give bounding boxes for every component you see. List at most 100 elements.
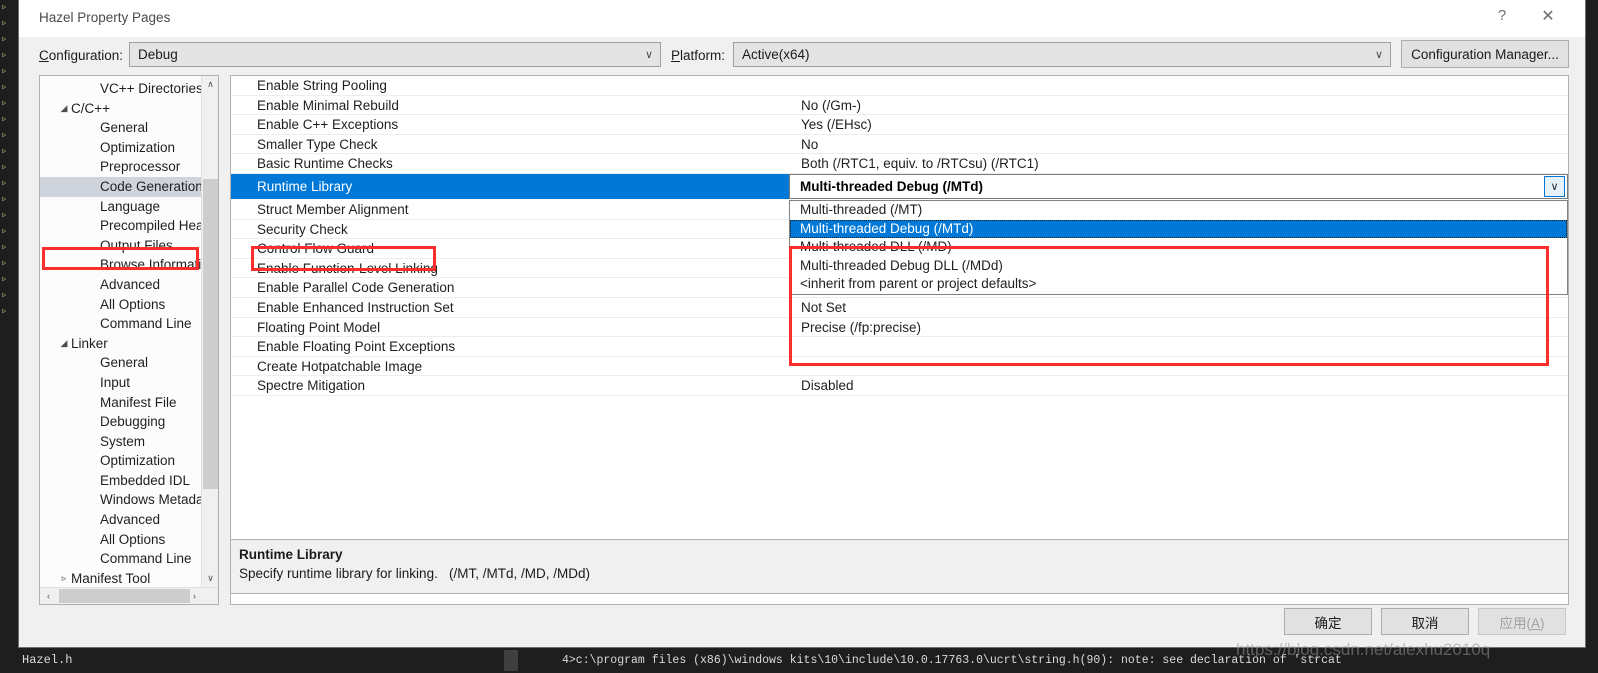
sidebar-item-all-options[interactable]: All Options <box>40 530 202 550</box>
chevron-down-icon: ∨ <box>644 49 654 61</box>
table-row[interactable]: Enable Enhanced Instruction Set Not Set <box>231 298 1568 318</box>
sidebar-item-manifest-tool[interactable]: ▹ Manifest Tool <box>40 569 202 589</box>
tree-twisty-icon[interactable]: ◢ <box>57 334 71 354</box>
sidebar-item-label: All Options <box>100 296 166 312</box>
sidebar-item-label: Browse Informatio <box>100 257 209 273</box>
sidebar-item-precompiled-head[interactable]: Precompiled Head <box>40 216 211 236</box>
runtime-library-select[interactable]: Multi-threaded Debug (/MTd) ∨ <box>789 174 1568 199</box>
sidebar-item-label: C/C++ <box>71 100 111 116</box>
tree-twisty-icon[interactable]: ▹ <box>57 569 71 589</box>
description-title: Runtime Library <box>239 547 343 562</box>
sidebar-item-system[interactable]: System <box>40 432 202 452</box>
table-row[interactable]: Smaller Type Check No <box>231 135 1568 155</box>
scroll-down-icon[interactable]: ∨ <box>202 570 218 587</box>
sidebar-item-label: All Options <box>100 531 166 547</box>
sidebar-item-label: Linker <box>71 335 108 351</box>
table-row[interactable]: Basic Runtime Checks Both (/RTC1, equiv. … <box>231 154 1568 174</box>
property-name: Control Flow Guard <box>257 241 375 257</box>
sidebar-item-label: Embedded IDL <box>100 472 191 488</box>
editor-tab-name[interactable]: Hazel.h <box>22 653 72 667</box>
editor-left-gutter: ▹ ▹ ▹ ▹ ▹ ▹ ▹ ▹ ▹ ▹ ▹ ▹ ▹ ▹ ▹ ▹ ▹ ▹ ▹ ▹ <box>0 0 18 648</box>
sidebar-item-optimization[interactable]: Optimization <box>40 138 202 158</box>
runtime-library-value: Multi-threaded Debug (/MTd) <box>800 179 983 194</box>
property-name: Struct Member Alignment <box>257 202 409 217</box>
sidebar-item-input[interactable]: Input <box>40 373 202 393</box>
table-row[interactable]: Enable Floating Point Exceptions <box>231 337 1568 357</box>
sidebar-item-optimization[interactable]: Optimization <box>40 451 202 471</box>
dropdown-option[interactable]: <inherit from parent or project defaults… <box>790 275 1567 294</box>
dropdown-option[interactable]: Multi-threaded Debug (/MTd) <box>790 219 1567 239</box>
sidebar-item-label: Command Line <box>100 316 192 332</box>
property-name: Enable Enhanced Instruction Set <box>257 299 454 315</box>
sidebar-item-label: Precompiled Head <box>100 218 212 234</box>
table-row[interactable]: Enable C++ Exceptions Yes (/EHsc) <box>231 115 1568 135</box>
dropdown-option[interactable]: Multi-threaded (/MT) <box>790 201 1567 220</box>
tree-vertical-scrollbar[interactable]: ∧ ∨ <box>201 76 218 587</box>
property-value[interactable]: No (/Gm-) <box>801 96 861 116</box>
sidebar-item-manifest-file[interactable]: Manifest File <box>40 393 202 413</box>
property-name: Enable C++ Exceptions <box>257 117 399 133</box>
sidebar-item-label: Optimization <box>100 139 176 155</box>
property-value[interactable]: No <box>801 135 818 155</box>
sidebar-item-label: General <box>100 120 149 136</box>
sidebar-item-all-options[interactable]: All Options <box>40 295 202 315</box>
property-row-runtime-library[interactable]: Runtime Library Multi-threaded Debug (/M… <box>231 174 1568 199</box>
tree-vscroll-thumb[interactable] <box>203 179 218 489</box>
table-row[interactable]: Enable Minimal Rebuild No (/Gm-) <box>231 96 1568 116</box>
property-value[interactable]: Yes (/EHsc) <box>801 115 872 135</box>
sidebar-item-advanced[interactable]: Advanced <box>40 275 202 295</box>
table-row[interactable]: Create Hotpatchable Image <box>231 357 1568 377</box>
runtime-library-dropdown-list[interactable]: Multi-threaded (/MT) Multi-threaded Debug… <box>789 200 1568 295</box>
tree-twisty-icon[interactable]: ◢ <box>57 99 71 119</box>
ok-button[interactable]: 确定 <box>1284 608 1372 635</box>
sidebar-item-label: Code Generation <box>100 178 203 194</box>
settings-tree-list: VC++ Directories ◢ C/C++ General Optimizatio… <box>40 79 211 589</box>
sidebar-item-embedded-idl[interactable]: Embedded IDL <box>40 471 202 491</box>
sidebar-item-language[interactable]: Language <box>40 197 202 217</box>
configuration-select[interactable]: Debug ∨ <box>129 42 661 67</box>
description-flags: (/MT, /MTd, /MD, /MDd) <box>449 566 590 581</box>
sidebar-item-label: Command Line <box>100 551 192 567</box>
sidebar-item-label: Preprocessor <box>100 159 181 175</box>
sidebar-item-debugging[interactable]: Debugging <box>40 412 202 432</box>
property-value[interactable]: Not Set <box>801 298 846 318</box>
help-icon[interactable]: ? <box>1479 0 1525 31</box>
table-row[interactable]: Spectre Mitigation Disabled <box>231 376 1568 396</box>
configuration-manager-button[interactable]: Configuration Manager... <box>1401 40 1569 68</box>
property-value[interactable]: Disabled <box>801 376 854 396</box>
sidebar-item-vc-directories[interactable]: VC++ Directories <box>40 79 203 99</box>
sidebar-item-general[interactable]: General <box>40 118 202 138</box>
dropdown-option[interactable]: Multi-threaded DLL (/MD) <box>790 238 1567 257</box>
close-icon[interactable]: ✕ <box>1525 0 1571 31</box>
sidebar-item-advanced[interactable]: Advanced <box>40 510 202 530</box>
sidebar-item-label: Advanced <box>100 276 161 292</box>
property-value[interactable]: Precise (/fp:precise) <box>801 318 921 338</box>
chevron-down-icon[interactable]: ∨ <box>1544 176 1565 197</box>
editor-output-strip: Hazel.h 4>c:\program files (x86)\windows… <box>0 648 1598 673</box>
sidebar-item-linker[interactable]: ◢ Linker <box>40 334 202 354</box>
sidebar-item-code-generation[interactable]: Code Generation <box>40 176 203 197</box>
property-name: Enable Parallel Code Generation <box>257 280 455 296</box>
property-name: Create Hotpatchable Image <box>257 358 423 374</box>
table-row[interactable]: Floating Point Model Precise (/fp:precise… <box>231 318 1568 338</box>
sidebar-item-c-c[interactable]: ◢ C/C++ <box>40 99 202 119</box>
sidebar-item-general[interactable]: General <box>40 353 202 373</box>
dialog-titlebar: Hazel Property Pages ? ✕ <box>19 0 1585 37</box>
dropdown-option[interactable]: Multi-threaded Debug DLL (/MDd) <box>790 257 1567 276</box>
settings-tree[interactable]: VC++ Directories ◢ C/C++ General Optimizatio… <box>39 75 219 605</box>
property-grid: Enable String Pooling Enable Minimal Rebu… <box>230 75 1569 605</box>
sidebar-item-output-files[interactable]: Output Files <box>40 236 202 256</box>
sidebar-item-windows-metadat[interactable]: Windows Metadat <box>40 490 207 510</box>
platform-select[interactable]: Active(x64) ∨ <box>733 42 1391 67</box>
table-row[interactable]: Enable String Pooling <box>231 76 1568 96</box>
sidebar-item-command-line[interactable]: Command Line <box>40 314 202 334</box>
sidebar-item-command-line[interactable]: Command Line <box>40 549 202 569</box>
cancel-button[interactable]: 取消 <box>1381 608 1469 635</box>
property-value[interactable]: Both (/RTC1, equiv. to /RTCsu) (/RTC1) <box>801 154 1039 174</box>
property-rows-above: Enable String Pooling Enable Minimal Rebu… <box>231 76 1568 174</box>
scroll-up-icon[interactable]: ∧ <box>202 76 218 93</box>
property-name: Enable String Pooling <box>257 78 387 93</box>
sidebar-item-label: Output Files <box>100 237 173 253</box>
sidebar-item-browse-informatio[interactable]: Browse Informatio <box>40 255 209 275</box>
sidebar-item-preprocessor[interactable]: Preprocessor <box>40 157 202 177</box>
